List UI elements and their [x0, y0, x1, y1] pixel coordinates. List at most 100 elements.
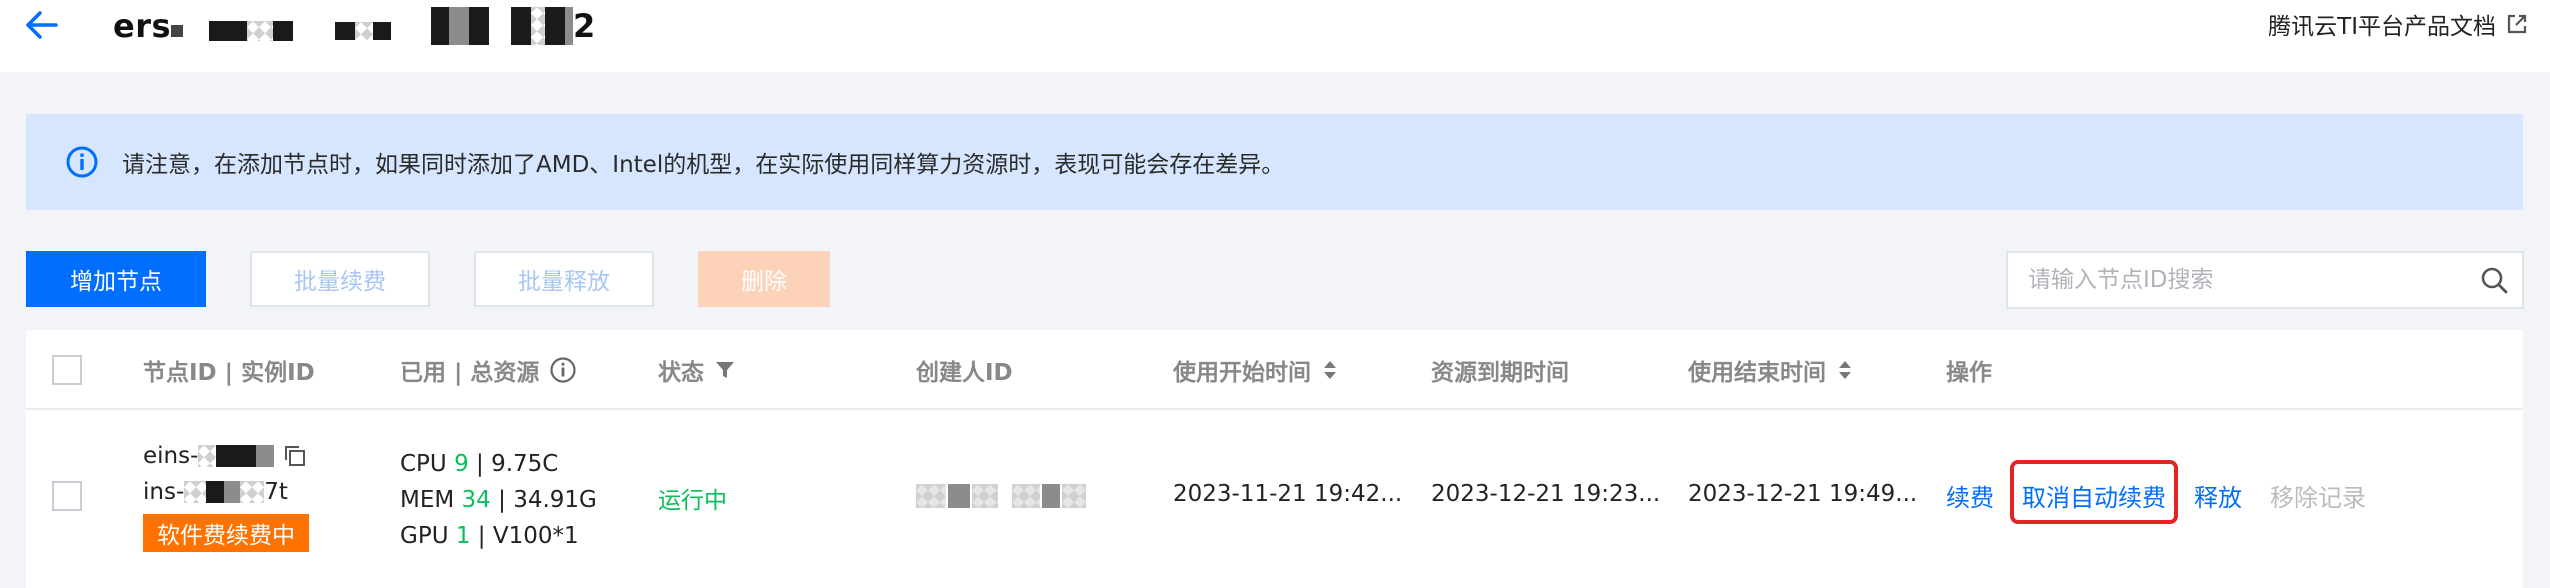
- start-time-text: 2023-11-21 19:42...: [1173, 481, 1403, 507]
- row-checkbox[interactable]: [52, 481, 82, 511]
- redacted-block: [184, 481, 207, 503]
- external-link-icon: [2507, 14, 2527, 34]
- redacted-block: [431, 7, 450, 45]
- batch-renew-button[interactable]: 批量续费: [250, 251, 430, 307]
- back-button[interactable]: [18, 2, 64, 48]
- cpu-usage: CPU 9 | 9.75C: [400, 446, 597, 482]
- col-resources: 已用 | 总资源: [400, 330, 577, 410]
- release-link[interactable]: 释放: [2194, 478, 2242, 513]
- redacted-block: [256, 445, 275, 467]
- col-status: 状态: [658, 330, 736, 410]
- gpu-usage: GPU 1 | V100*1: [400, 518, 597, 554]
- col-creator: 创建人ID: [916, 330, 1013, 410]
- delete-button[interactable]: 删除: [698, 251, 830, 307]
- batch-release-button[interactable]: 批量释放: [474, 251, 654, 307]
- node-search-input[interactable]: [2008, 252, 2466, 308]
- remove-record-link: 移除记录: [2270, 478, 2366, 513]
- node-id-text: eins-: [143, 443, 199, 469]
- redacted-block: [216, 445, 257, 467]
- arrow-left-icon: [26, 11, 58, 39]
- search-icon[interactable]: [2466, 265, 2522, 295]
- resources-cell: CPU 9 | 9.75C MEM 34 | 34.91G GPU 1 | V1…: [400, 446, 597, 554]
- gpu-used: 1: [455, 523, 471, 549]
- renew-link[interactable]: 续费: [1946, 478, 1994, 513]
- title-prefix: ers: [113, 7, 172, 45]
- cpu-label: CPU: [400, 451, 447, 477]
- redacted-block: [916, 484, 946, 508]
- redacted-block: [545, 7, 566, 45]
- redacted-block: [171, 25, 184, 37]
- instance-id-prefix: ins-: [143, 479, 185, 505]
- status-text: 运行中: [658, 488, 727, 514]
- cancel-auto-renew-link[interactable]: 取消自动续费: [2022, 478, 2166, 513]
- redacted-block: [449, 7, 470, 45]
- redacted-block: [565, 7, 574, 45]
- redacted-block: [948, 484, 970, 508]
- redacted-block: [224, 481, 241, 503]
- col-actions-label: 操作: [1946, 360, 1992, 386]
- copy-icon[interactable]: [282, 443, 308, 469]
- col-node-id: 节点ID | 实例ID: [143, 330, 315, 410]
- product-docs-link[interactable]: 腾讯云TI平台产品文档: [2268, 6, 2528, 42]
- mem-total: | 34.91G: [498, 487, 597, 513]
- redacted-block: [531, 7, 546, 45]
- title-suffix: 2: [573, 7, 596, 45]
- redacted-block: [355, 22, 374, 40]
- redacted-block: [247, 21, 274, 41]
- add-node-button[interactable]: 增加节点: [26, 251, 206, 307]
- remove-record-label: 移除记录: [2270, 484, 2366, 512]
- redacted-block: [209, 21, 248, 41]
- node-id-cell: eins- ins- 7t 软件费续费中: [143, 438, 309, 552]
- col-resources-label: 已用 | 总资源: [400, 360, 540, 386]
- redacted-block: [373, 22, 392, 40]
- page-header: ers 2 腾讯云TI平台产品文档: [0, 0, 2550, 72]
- expire-time-text: 2023-12-21 19:23...: [1431, 481, 1661, 507]
- end-time-text: 2023-12-21 19:49...: [1688, 481, 1918, 507]
- redacted-block: [972, 484, 998, 508]
- info-icon[interactable]: [549, 356, 577, 384]
- redacted-block: [198, 445, 217, 467]
- redacted-block: [240, 481, 265, 503]
- redacted-block: [335, 22, 356, 40]
- sort-icon[interactable]: [1321, 359, 1339, 381]
- gpu-label: GPU: [400, 523, 449, 549]
- redacted-block: [511, 7, 532, 45]
- col-status-label: 状态: [658, 360, 704, 386]
- node-table: 节点ID | 实例ID 已用 | 总资源 状态 创建人ID 使用开始时间 资源到…: [26, 330, 2523, 588]
- redacted-block: [1012, 484, 1040, 508]
- select-all-checkbox[interactable]: [52, 355, 82, 385]
- redacted-block: [1042, 484, 1060, 508]
- mem-label: MEM: [400, 487, 455, 513]
- status-badge: 软件费续费中: [143, 514, 309, 552]
- col-creator-label: 创建人ID: [916, 360, 1013, 386]
- col-start-time-label: 使用开始时间: [1173, 360, 1311, 386]
- col-end-time: 使用结束时间: [1688, 330, 1854, 410]
- info-icon: [64, 144, 100, 180]
- cpu-total: | 9.75C: [476, 451, 559, 477]
- mem-used: 34: [461, 487, 491, 513]
- creator-id-redacted: [916, 484, 1086, 508]
- redacted-block: [1062, 484, 1086, 508]
- notice-banner: 请注意，在添加节点时，如果同时添加了AMD、Intel的机型，在实际使用同样算力…: [26, 114, 2523, 210]
- cpu-used: 9: [454, 451, 469, 477]
- col-node-id-label: 节点ID | 实例ID: [143, 360, 315, 386]
- page-title: ers 2: [113, 4, 596, 48]
- instance-id-suffix: 7t: [264, 479, 288, 505]
- redacted-block: [206, 481, 225, 503]
- col-end-time-label: 使用结束时间: [1688, 360, 1826, 386]
- product-docs-label: 腾讯云TI平台产品文档: [2268, 14, 2496, 40]
- node-search-box: [2006, 251, 2524, 309]
- table-row: eins- ins- 7t 软件费续费中 CPU 9 | 9.75C MEM 3…: [26, 410, 2523, 588]
- cancel-auto-renew-label: 取消自动续费: [2022, 484, 2166, 512]
- release-link-label: 释放: [2194, 484, 2242, 512]
- sort-icon[interactable]: [1836, 359, 1854, 381]
- redacted-block: [273, 21, 294, 41]
- col-actions: 操作: [1946, 330, 1992, 410]
- gpu-total: | V100*1: [477, 523, 579, 549]
- col-expire-time: 资源到期时间: [1431, 330, 1569, 410]
- notice-text: 请注意，在添加节点时，如果同时添加了AMD、Intel的机型，在实际使用同样算力…: [122, 152, 1285, 178]
- filter-icon[interactable]: [714, 359, 736, 381]
- col-start-time: 使用开始时间: [1173, 330, 1339, 410]
- mem-usage: MEM 34 | 34.91G: [400, 482, 597, 518]
- col-expire-time-label: 资源到期时间: [1431, 360, 1569, 386]
